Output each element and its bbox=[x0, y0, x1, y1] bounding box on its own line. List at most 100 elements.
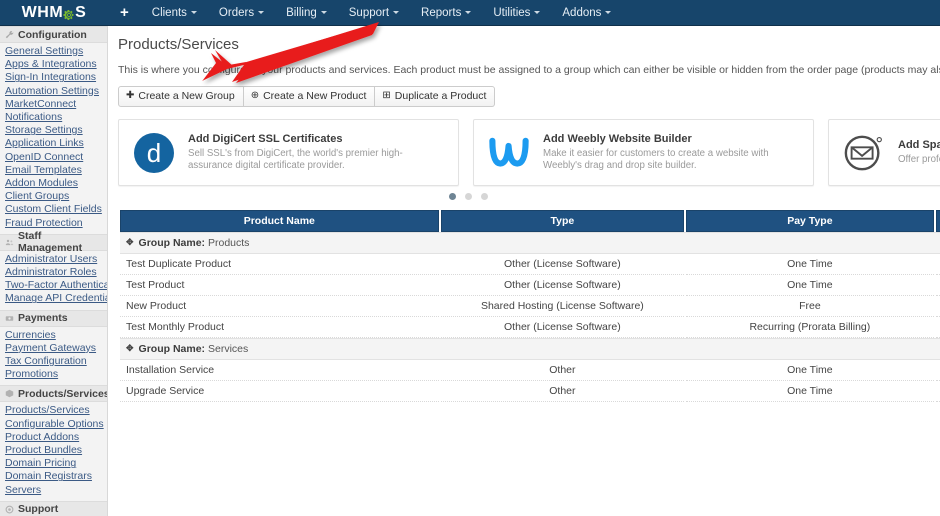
sidebar-item-product-addons[interactable]: Product Addons bbox=[0, 431, 107, 444]
nav-item-clients[interactable]: Clients bbox=[141, 0, 208, 26]
products-table: Product Name Type Pay Type ✥ Group Name: … bbox=[118, 210, 940, 402]
nav-label: Orders bbox=[218, 6, 255, 19]
sidebar-item-automation-settings[interactable]: Automation Settings bbox=[0, 85, 107, 98]
table-row[interactable]: Test Duplicate Product Other (License So… bbox=[120, 254, 940, 275]
cell-actions bbox=[935, 381, 940, 402]
page-title: Products/Services bbox=[118, 36, 239, 53]
cell-type: Other bbox=[440, 360, 685, 381]
promo-card-digicert[interactable]: d Add DigiCert SSL Certificates Sell SSL… bbox=[118, 119, 459, 186]
sidebar-item-two-factor-authentication[interactable]: Two-Factor Authentication bbox=[0, 279, 107, 292]
duplicate-product-button[interactable]: ⊞ Duplicate a Product bbox=[375, 86, 496, 107]
sidebar-item-servers[interactable]: Servers bbox=[0, 484, 107, 497]
table-row[interactable]: Test Monthly Product Other (License Soft… bbox=[120, 317, 940, 338]
sidebar-item-payment-gateways[interactable]: Payment Gateways bbox=[0, 342, 107, 355]
circle-plus-icon: ⊕ bbox=[250, 90, 260, 101]
promo-card-spamexperts[interactable]: Add SpamEx Offer profession Protection a… bbox=[828, 119, 940, 186]
svg-text:d: d bbox=[147, 138, 161, 168]
sidebar-item-domain-registrars[interactable]: Domain Registrars bbox=[0, 470, 107, 483]
sidebar-item-fraud-protection[interactable]: Fraud Protection bbox=[0, 217, 107, 230]
nav-label: Reports bbox=[421, 6, 462, 19]
sidebar-item-administrator-users[interactable]: Administrator Users bbox=[0, 253, 107, 266]
sidebar-item-client-groups[interactable]: Client Groups bbox=[0, 190, 107, 203]
nav-label: Utilities bbox=[493, 6, 531, 19]
table-row[interactable]: Upgrade Service Other One Time bbox=[120, 381, 940, 402]
sidebar-item-general-settings[interactable]: General Settings bbox=[0, 45, 107, 58]
sidebar-item-manage-api-credentials[interactable]: Manage API Credentials bbox=[0, 292, 107, 305]
whmcs-logo[interactable]: WHM S bbox=[0, 0, 108, 26]
table-group-row-products[interactable]: ✥ Group Name: Products bbox=[120, 232, 940, 254]
nav-item-utilities[interactable]: Utilities bbox=[482, 0, 551, 26]
cell-product-name[interactable]: Upgrade Service bbox=[120, 381, 439, 402]
sidebar-item-domain-pricing[interactable]: Domain Pricing bbox=[0, 457, 107, 470]
sidebar-item-promotions[interactable]: Promotions bbox=[0, 368, 107, 381]
cell-pay-type: One Time bbox=[686, 381, 934, 402]
column-header-product-name[interactable]: Product Name bbox=[120, 210, 439, 232]
sidebar-links-configuration: General Settings Apps & Integrations Sig… bbox=[0, 43, 107, 234]
cell-actions bbox=[935, 254, 940, 275]
cell-type: Other (License Software) bbox=[440, 254, 685, 275]
sidebar-item-notifications[interactable]: Notifications bbox=[0, 111, 107, 124]
sidebar-item-custom-client-fields[interactable]: Custom Client Fields bbox=[0, 203, 107, 216]
sidebar-item-addon-modules[interactable]: Addon Modules bbox=[0, 177, 107, 190]
nav-item-orders[interactable]: Orders bbox=[208, 0, 275, 26]
table-row[interactable]: Test Product Other (License Software) On… bbox=[120, 275, 940, 296]
chevron-down-icon bbox=[393, 10, 400, 14]
sidebar-item-configurable-options[interactable]: Configurable Options bbox=[0, 418, 107, 431]
top-navigation-bar: WHM S + Clients Orders Billing Support Re… bbox=[0, 0, 940, 26]
sidebar-item-administrator-roles[interactable]: Administrator Roles bbox=[0, 266, 107, 279]
sidebar-item-apps-integrations[interactable]: Apps & Integrations bbox=[0, 58, 107, 71]
sidebar-item-tax-configuration[interactable]: Tax Configuration bbox=[0, 355, 107, 368]
nav-item-support[interactable]: Support bbox=[338, 0, 410, 26]
sidebar-section-staff-management[interactable]: Staff Management bbox=[0, 230, 107, 254]
cell-product-name[interactable]: New Product bbox=[120, 296, 439, 317]
column-header-extra[interactable] bbox=[935, 210, 940, 232]
cell-product-name[interactable]: Test Monthly Product bbox=[120, 317, 439, 338]
sidebar-item-application-links[interactable]: Application Links bbox=[0, 137, 107, 150]
table-row[interactable]: Installation Service Other One Time bbox=[120, 360, 940, 381]
cell-product-name[interactable]: Test Product bbox=[120, 275, 439, 296]
nav-item-billing[interactable]: Billing bbox=[275, 0, 338, 26]
cell-product-name[interactable]: Test Duplicate Product bbox=[120, 254, 439, 275]
sidebar-item-email-templates[interactable]: Email Templates bbox=[0, 164, 107, 177]
sidebar-item-marketconnect[interactable]: MarketConnect bbox=[0, 98, 107, 111]
promo-card-description: Offer profession Protection and bbox=[898, 153, 940, 165]
plus-icon: ✚ bbox=[126, 90, 135, 101]
column-header-type[interactable]: Type bbox=[440, 210, 685, 232]
table-group-row-services[interactable]: ✥ Group Name: Services bbox=[120, 338, 940, 360]
quick-add-button[interactable]: + bbox=[108, 0, 141, 26]
chevron-down-icon bbox=[605, 10, 612, 14]
cell-actions bbox=[935, 296, 940, 317]
sidebar-item-storage-settings[interactable]: Storage Settings bbox=[0, 124, 107, 137]
group-name: Services bbox=[207, 343, 249, 355]
promo-card-weebly[interactable]: Add Weebly Website Builder Make it easie… bbox=[473, 119, 814, 186]
nav-item-reports[interactable]: Reports bbox=[410, 0, 482, 26]
cell-pay-type: Free bbox=[686, 296, 934, 317]
table-header: Product Name Type Pay Type bbox=[120, 210, 940, 232]
sidebar-section-support[interactable]: Support bbox=[0, 500, 107, 516]
create-new-group-button[interactable]: ✚ Create a New Group bbox=[118, 86, 244, 107]
sidebar-item-currencies[interactable]: Currencies bbox=[0, 329, 107, 342]
section-title: Products/Services bbox=[18, 387, 108, 400]
sidebar-item-sign-in-integrations[interactable]: Sign-In Integrations bbox=[0, 71, 107, 84]
create-new-product-button[interactable]: ⊕ Create a New Product bbox=[243, 86, 376, 107]
sidebar-item-product-bundles[interactable]: Product Bundles bbox=[0, 444, 107, 457]
sidebar-section-products-services[interactable]: Products/Services bbox=[0, 385, 108, 403]
nav-item-addons[interactable]: Addons bbox=[551, 0, 622, 26]
promo-card-title: Add DigiCert SSL Certificates bbox=[188, 132, 343, 145]
sidebar-section-configuration[interactable]: Configuration bbox=[0, 26, 107, 43]
sidebar-item-products-services[interactable]: Products/Services bbox=[0, 404, 107, 417]
table-row[interactable]: New Product Shared Hosting (License Soft… bbox=[120, 296, 940, 317]
move-arrows-icon[interactable]: ✥ bbox=[126, 237, 134, 248]
cell-actions bbox=[935, 360, 940, 381]
move-arrows-icon[interactable]: ✥ bbox=[126, 343, 134, 354]
carousel-dot-3[interactable] bbox=[480, 193, 488, 200]
users-icon bbox=[5, 238, 14, 247]
sidebar-section-payments[interactable]: Payments bbox=[0, 309, 107, 327]
carousel-dot-2[interactable] bbox=[464, 193, 472, 200]
button-label: Duplicate a Product bbox=[394, 90, 487, 102]
sidebar-item-openid-connect[interactable]: OpenID Connect bbox=[0, 151, 107, 164]
column-header-pay-type[interactable]: Pay Type bbox=[686, 210, 934, 232]
cell-product-name[interactable]: Installation Service bbox=[120, 360, 439, 381]
main-content: Products/Services This is where you conf… bbox=[108, 26, 940, 516]
carousel-dot-1[interactable] bbox=[448, 193, 456, 200]
